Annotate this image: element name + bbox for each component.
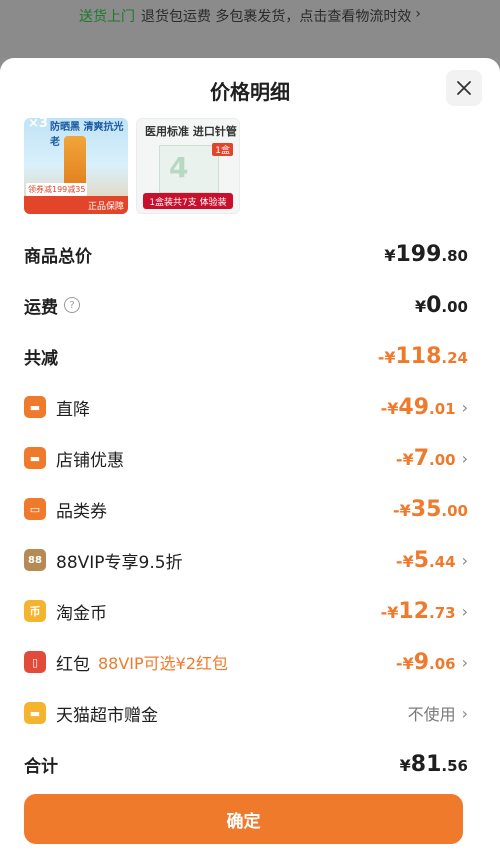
price-value: ¥0.00 xyxy=(414,292,468,318)
row-store-discount[interactable]: ▬ 店铺优惠 -¥ 7.00 › xyxy=(24,442,468,474)
row-red-packet[interactable]: ▯ 红包 88VIP可选¥2红包 -¥ 9.06 › xyxy=(24,646,468,678)
product-thumbnails: ×3 防晒黑 清爽抗光老 领券减199减35 正品保障 医用标准 进口针管 4 … xyxy=(24,118,476,214)
row-label: 商品总价 xyxy=(24,246,92,267)
row-category-coupon: ▭ 品类券 -¥ 35.00 xyxy=(24,493,468,525)
row-direct-drop[interactable]: ▬ 直降 -¥ 49.01 › xyxy=(24,391,468,423)
product-tag: 1盒 xyxy=(212,143,233,156)
close-icon xyxy=(457,81,471,95)
red-packet-icon: ▯ xyxy=(24,651,46,673)
row-total-goods: 商品总价 ¥199.80 xyxy=(24,238,468,270)
price-value: ¥81.56 xyxy=(399,751,468,777)
row-label: 合计 xyxy=(24,756,58,777)
price-value: ¥199.80 xyxy=(384,241,468,267)
coin-icon: 币 xyxy=(24,600,46,622)
logistics-banner[interactable]: 送货上门 退货包运费 多包裹发货，点击查看物流时效 › xyxy=(0,0,500,58)
delivery-highlight: 送货上门 xyxy=(78,9,135,25)
row-label: 88VIP专享9.5折 xyxy=(56,552,183,573)
row-total-reduce: 共减 -¥ 118.24 xyxy=(24,340,468,372)
promo-banner: 正品保障 xyxy=(24,196,128,214)
row-taojin-coin[interactable]: 币淘金币 -¥ 12.73 › xyxy=(24,595,468,627)
chevron-right-icon: › xyxy=(461,550,468,570)
store-icon: ▬ xyxy=(24,447,46,469)
price-value: -¥ 12.73 xyxy=(380,598,456,624)
product-box xyxy=(159,145,219,193)
row-label: 共减 xyxy=(24,348,58,369)
quantity-badge: ×3 xyxy=(28,118,48,131)
help-icon[interactable]: ? xyxy=(64,297,80,313)
price-value: -¥ 7.00 xyxy=(395,445,456,471)
chevron-right-icon: › xyxy=(461,601,468,621)
chevron-right-icon: › xyxy=(461,652,468,672)
gift-card-icon: ▬ xyxy=(24,702,46,724)
chevron-right-icon: › xyxy=(461,397,468,417)
product-headline: 医用标准 进口针管 xyxy=(145,125,237,138)
row-label: 天猫超市赠金 xyxy=(56,705,158,726)
price-detail-sheet: 价格明细 ×3 防晒黑 清爽抗光老 领券减199减35 正品保障 医用标准 进口… xyxy=(0,58,500,851)
row-label: 直降 xyxy=(56,399,90,420)
row-label: 运费 xyxy=(24,297,58,318)
logistics-text: 退货包运费 多包裹发货，点击查看物流时效 xyxy=(140,9,412,25)
discount-icon: ▬ xyxy=(24,396,46,418)
row-sum: 合计 ¥81.56 xyxy=(24,748,468,780)
product-bottom-label: 1盒装共7支 体验装 xyxy=(143,193,233,209)
row-label: 红包 xyxy=(56,654,90,675)
row-label: 店铺优惠 xyxy=(56,450,124,471)
row-shipping: 运费? ¥0.00 xyxy=(24,289,468,321)
price-value: -¥ 35.00 xyxy=(393,496,468,522)
coupon-icon: ▭ xyxy=(24,498,46,520)
sheet-title: 价格明细 xyxy=(210,80,290,104)
product-tagline: 防晒黑 清爽抗光老 xyxy=(50,122,124,148)
price-value: -¥ 9.06 xyxy=(395,649,456,675)
product-thumbnail-sunscreen[interactable]: ×3 防晒黑 清爽抗光老 领券减199减35 正品保障 xyxy=(24,118,128,214)
row-88vip[interactable]: 88 88VIP专享9.5折 -¥ 5.44 › xyxy=(24,544,468,576)
price-value: -¥ 118.24 xyxy=(377,343,468,369)
row-label: 品类券 xyxy=(56,501,107,522)
chevron-right-icon: › xyxy=(461,448,468,468)
price-value: -¥ 5.44 xyxy=(395,547,456,573)
product-box-number: 4 xyxy=(169,151,189,184)
vip-badge-icon: 88 xyxy=(24,549,46,571)
row-tmall-gift[interactable]: ▬ 天猫超市赠金 不使用 › xyxy=(24,697,468,729)
price-value: -¥ 49.01 xyxy=(380,394,456,420)
confirm-button[interactable]: 确定 xyxy=(24,794,463,844)
chevron-right-icon: › xyxy=(461,703,468,723)
promo-small: 领券减199减35 xyxy=(26,183,88,196)
row-label: 淘金币 xyxy=(56,603,107,624)
red-packet-hint: 88VIP可选¥2红包 xyxy=(98,654,229,673)
gift-status: 不使用 xyxy=(407,705,456,724)
close-button[interactable] xyxy=(446,70,482,106)
product-thumbnail-needle[interactable]: 医用标准 进口针管 4 1盒 1盒装共7支 体验装 xyxy=(136,118,240,214)
chevron-right-icon: › xyxy=(415,6,422,22)
